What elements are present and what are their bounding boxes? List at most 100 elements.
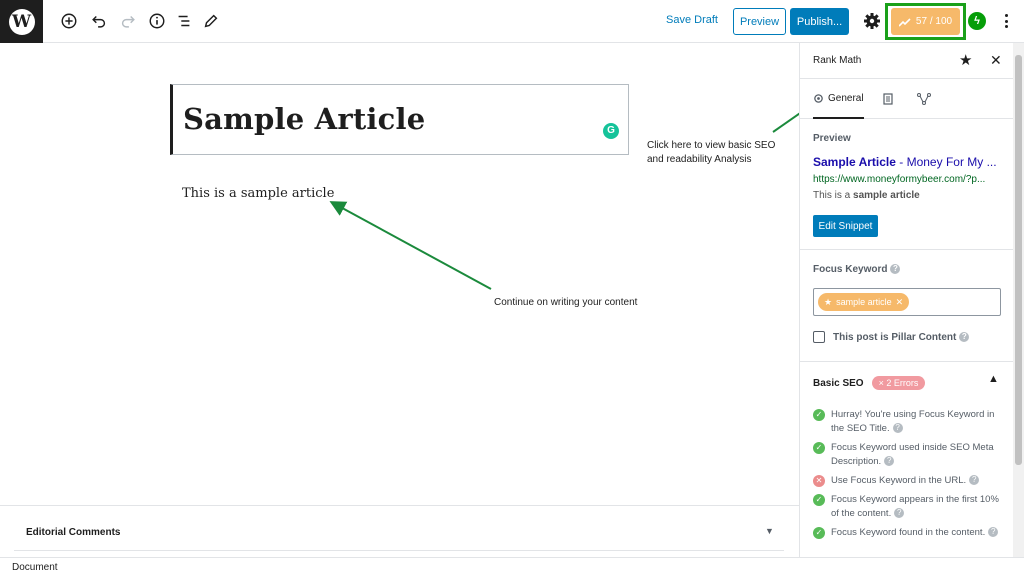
edit-snippet-button[interactable]: Edit Snippet <box>813 215 878 237</box>
chevron-down-icon[interactable]: ▼ <box>765 526 774 536</box>
seo-hint-line: Click here to view basic SEO <box>647 140 776 151</box>
sidebar-title: Rank Math <box>813 55 862 66</box>
chevron-up-icon[interactable]: ▲ <box>988 373 999 385</box>
basic-seo-header[interactable]: Basic SEO × 2 Errors <box>813 376 926 390</box>
sidebar-header: Rank Math ★ ✕ <box>800 43 1013 79</box>
snippet-desc-keyword: sample article <box>853 190 920 201</box>
tab-schema[interactable] <box>917 79 931 119</box>
divider <box>14 550 784 551</box>
snippet-title-keyword: Sample Article <box>813 155 896 169</box>
seo-check-item: ✓ Focus Keyword used inside SEO Meta Desc… <box>813 441 1009 469</box>
snippet-url: https://www.moneyformybeer.com/?p... <box>813 174 986 185</box>
editor-footer: Document <box>0 557 1024 576</box>
save-draft-button[interactable]: Save Draft <box>666 14 718 26</box>
snippet-desc-prefix: This is a <box>813 190 854 201</box>
schema-icon <box>917 93 931 105</box>
arrow-to-content <box>329 201 492 290</box>
seo-check-item: ✓ Focus Keyword found in the content.? <box>813 526 1009 540</box>
focus-keyword-heading: Focus Keyword? <box>813 264 901 275</box>
block-navigation-button[interactable] <box>174 11 194 31</box>
remove-keyword-icon[interactable]: ✕ <box>896 297 904 308</box>
check-pass-icon: ✓ <box>813 527 825 539</box>
undo-icon <box>92 15 106 28</box>
jetpack-bolt-icon: ϟ <box>974 15 980 27</box>
divider <box>800 361 1013 362</box>
help-icon[interactable]: ? <box>884 456 895 467</box>
pillar-content-label: This post is Pillar Content <box>833 331 957 343</box>
add-block-button[interactable] <box>59 11 79 31</box>
help-icon[interactable]: ? <box>988 527 999 538</box>
star-icon[interactable]: ★ <box>959 51 972 69</box>
redo-button[interactable] <box>118 11 138 31</box>
content-info-button[interactable] <box>147 11 167 31</box>
tab-general[interactable]: General <box>813 79 864 119</box>
check-fail-icon: ✕ <box>813 475 825 487</box>
snippet-title[interactable]: Sample Article - Money For My ... <box>813 155 997 169</box>
seo-hint-line: and readability Analysis <box>647 154 752 165</box>
publish-button[interactable]: Publish... <box>790 8 849 35</box>
rank-math-sidebar: Rank Math ★ ✕ General Preview Sample Art… <box>799 43 1013 557</box>
errors-badge: × 2 Errors <box>871 376 926 390</box>
editor-toolbar: W Save Draft Preview Publish... 57 / 100… <box>0 0 1024 43</box>
focus-keyword-label: Focus Keyword <box>813 264 888 275</box>
gear-icon <box>814 93 823 103</box>
divider <box>800 249 1013 250</box>
trend-chart-icon <box>898 17 911 27</box>
content-hint-annotation: Continue on writing your content <box>494 297 638 308</box>
tools-button[interactable] <box>201 11 221 31</box>
more-options-button[interactable] <box>1001 11 1011 31</box>
jetpack-button[interactable]: ϟ <box>968 12 986 30</box>
settings-button[interactable] <box>862 11 882 31</box>
preview-heading: Preview <box>813 133 851 144</box>
undo-button[interactable] <box>89 11 109 31</box>
wordpress-icon: W <box>8 8 35 35</box>
breadcrumb[interactable]: Document <box>12 562 58 573</box>
basic-seo-title: Basic SEO <box>813 377 864 389</box>
seo-check-item: ✓ Hurray! You're using Focus Keyword in t… <box>813 408 1009 436</box>
seo-check-text: Focus Keyword used inside SEO Meta Descr… <box>831 442 994 467</box>
info-icon <box>149 13 165 29</box>
scrollbar-thumb[interactable] <box>1015 55 1022 465</box>
seo-hint-annotation: Click here to view basic SEO and readabi… <box>647 139 775 167</box>
help-icon[interactable]: ? <box>969 475 980 486</box>
wordpress-logo-button[interactable]: W <box>0 0 43 43</box>
check-pass-icon: ✓ <box>813 494 825 506</box>
post-title-block[interactable]: Sample Article G <box>170 84 629 155</box>
tab-general-label: General <box>828 92 864 104</box>
keyword-tag-text: sample article <box>836 297 892 307</box>
help-icon[interactable]: ? <box>894 508 905 519</box>
close-icon[interactable]: ✕ <box>990 52 1002 69</box>
focus-keyword-input[interactable]: ★ sample article ✕ <box>813 288 1001 316</box>
pencil-icon <box>204 14 218 28</box>
pillar-content-row[interactable]: This post is Pillar Content? <box>813 331 970 343</box>
help-icon[interactable]: ? <box>890 264 901 275</box>
star-icon: ★ <box>824 296 833 307</box>
snippet-title-rest: - Money For My ... <box>895 155 997 169</box>
keyword-tag: ★ sample article ✕ <box>818 293 910 311</box>
sidebar-scrollbar[interactable] <box>1013 43 1024 557</box>
document-icon <box>883 93 893 105</box>
editorial-comments-panel[interactable]: Editorial Comments ▼ <box>0 505 799 553</box>
plus-circle-icon <box>61 13 77 29</box>
kebab-icon <box>1004 14 1008 17</box>
tab-advanced[interactable] <box>882 79 894 119</box>
paragraph-block[interactable]: This is a sample article <box>182 186 334 201</box>
editorial-comments-label: Editorial Comments <box>26 527 121 538</box>
post-title[interactable]: Sample Article <box>183 102 425 136</box>
seo-check-text: Use Focus Keyword in the URL. <box>831 475 967 486</box>
preview-button[interactable]: Preview <box>733 8 786 35</box>
help-icon[interactable]: ? <box>892 423 903 434</box>
snippet-description: This is a sample article <box>813 190 920 201</box>
seo-check-text: Hurray! You're using Focus Keyword in th… <box>831 409 995 434</box>
gear-icon <box>864 13 880 29</box>
rank-math-score-button[interactable]: 57 / 100 <box>891 8 960 35</box>
help-icon[interactable]: ? <box>959 332 970 342</box>
seo-check-text: Focus Keyword appears in the first 10% o… <box>831 494 999 519</box>
sidebar-tabs: General <box>800 79 1013 119</box>
pillar-content-checkbox[interactable] <box>813 331 825 343</box>
grammarly-icon[interactable]: G <box>603 123 619 139</box>
check-pass-icon: ✓ <box>813 442 825 454</box>
list-icon <box>178 15 190 27</box>
seo-check-item: ✓ Focus Keyword appears in the first 10% … <box>813 493 1009 521</box>
seo-check-item: ✕ Use Focus Keyword in the URL.? <box>813 474 1009 488</box>
